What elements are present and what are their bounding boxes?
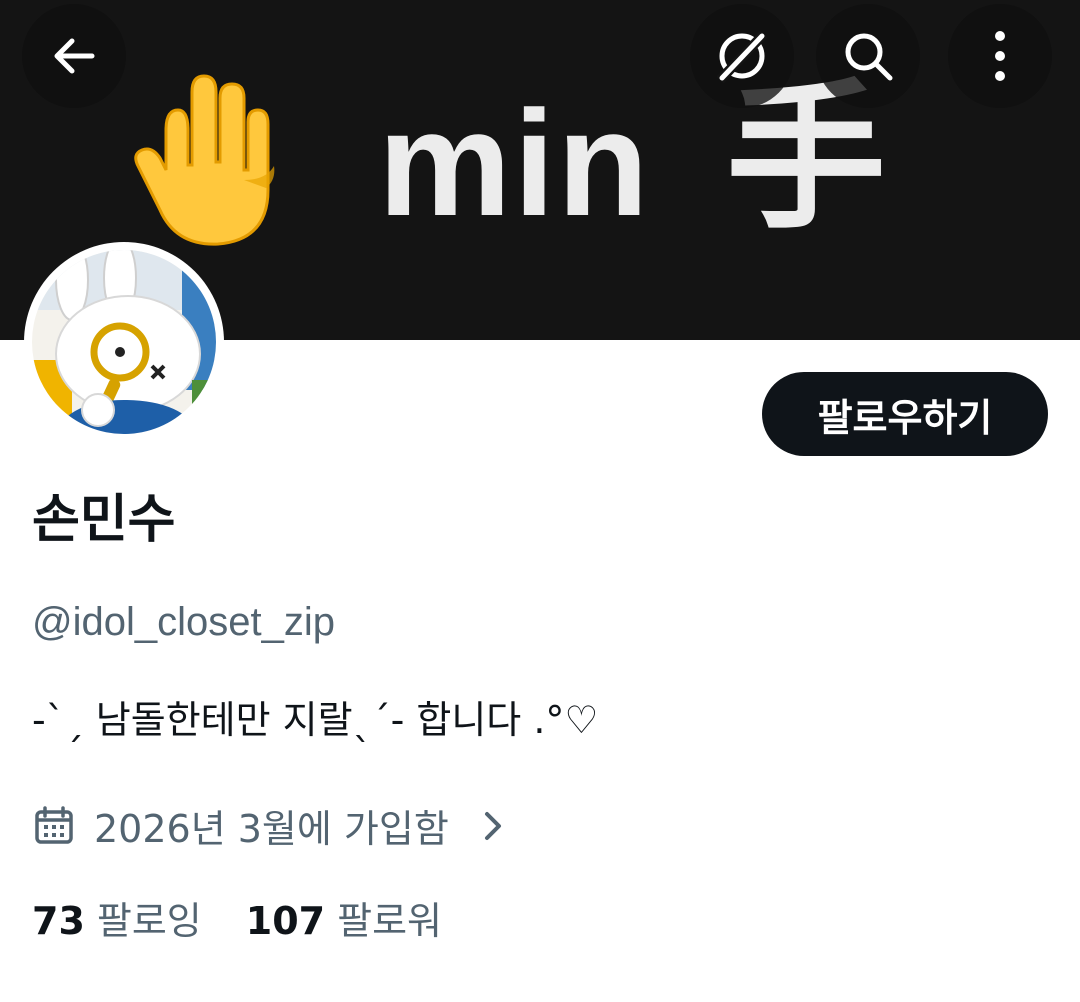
following-count: 73 [32,899,85,943]
user-handle: @idol_closet_zip [32,600,335,644]
joined-date-row[interactable]: 2026년 3월에 가입함 [32,798,513,853]
chevron-right-icon [484,811,501,840]
banner-text: min [378,79,651,247]
calendar-icon [35,805,73,844]
back-button[interactable] [22,4,126,108]
search-button[interactable] [816,4,920,108]
followers-count: 107 [245,899,326,943]
followers-stat[interactable]: 107 팔로워 [246,890,442,945]
more-vertical-icon [995,31,1005,81]
joined-date-text: 2026년 3월에 가입함 [94,807,449,851]
follow-stats: 73 팔로잉 107 팔로워 [32,890,442,945]
avatar-image [32,250,216,434]
following-stat[interactable]: 73 팔로잉 [32,890,202,945]
grok-button[interactable] [690,4,794,108]
display-name: 손민수 [32,490,176,550]
follow-button[interactable]: 팔로우하기 [762,372,1048,456]
profile-page: min 手 팔로우하기 손민수 @idol_closet_zip -ˋˏ 남돌한… [0,0,1080,1002]
search-icon [845,33,893,81]
raised-hand-emoji-icon [134,74,275,246]
more-button[interactable] [948,4,1052,108]
back-arrow-icon [54,38,95,74]
bio-text: -ˋˏ 남돌한테만 지랄ˎˊ- 합니다 .°♡ [32,698,599,742]
following-label: 팔로잉 [96,899,202,943]
followers-label: 팔로워 [337,899,442,943]
grok-icon [716,30,768,84]
avatar[interactable] [24,242,224,442]
